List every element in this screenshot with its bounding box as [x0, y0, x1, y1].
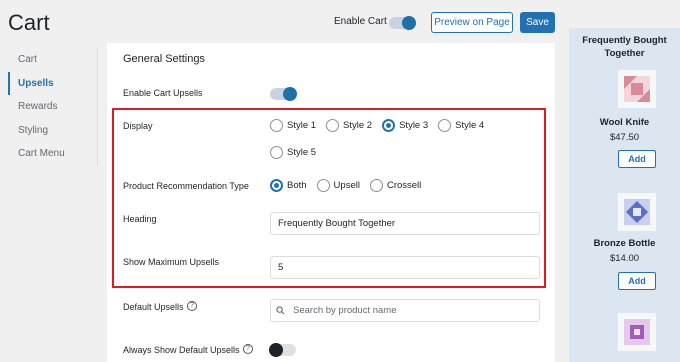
display-style-4-radio[interactable]: Style 4 — [438, 119, 484, 132]
search-input[interactable]: Search by product name — [270, 299, 540, 322]
heading-input[interactable]: Frequently Bought Together — [270, 212, 540, 235]
preview-title: Frequently Bought Together — [582, 35, 667, 59]
help-icon[interactable]: ? — [187, 301, 197, 311]
toggle-knob — [269, 343, 283, 357]
display-style-3-radio[interactable]: Style 3 — [382, 119, 428, 132]
sidebar-item-upsells[interactable]: Upsells — [8, 71, 97, 95]
sidebar-item-cart-menu[interactable]: Cart Menu — [8, 142, 97, 166]
toggle-knob — [402, 16, 416, 30]
save-button[interactable]: Save — [520, 12, 555, 33]
recommendation-type-label: Product Recommendation Type — [123, 181, 249, 191]
help-icon[interactable]: ? — [243, 344, 253, 354]
section-title: General Settings — [123, 53, 205, 65]
recommendation-crossell-radio[interactable]: Crossell — [369, 179, 421, 192]
product-pattern-icon — [624, 76, 650, 102]
add-product-button[interactable]: Add — [618, 272, 656, 290]
product-name: Wool Knife — [599, 117, 650, 128]
recommendation-upsell-radio[interactable]: Upsell — [316, 179, 360, 192]
product-image — [618, 70, 656, 108]
enable-cart-toggle[interactable] — [389, 16, 416, 30]
preview-on-page-button[interactable]: Preview on Page — [431, 12, 513, 33]
sidebar-item-cart[interactable]: Cart — [8, 48, 97, 72]
product-pattern-icon — [624, 319, 650, 345]
recommendation-radio-group: Both Upsell Crossell — [270, 179, 431, 192]
display-style-5-radio[interactable]: Style 5 — [270, 146, 316, 159]
page-title: Cart — [8, 10, 50, 35]
always-show-toggle[interactable] — [269, 343, 296, 357]
display-label: Display — [123, 121, 153, 131]
sidebar-nav: Cart Upsells Rewards Styling Cart Menu — [8, 48, 98, 166]
display-style-2-radio[interactable]: Style 2 — [326, 119, 372, 132]
enable-upsells-toggle[interactable] — [270, 87, 297, 101]
display-radio-group: Style 1 Style 2 Style 3 Style 4 — [270, 119, 494, 132]
recommendation-both-radio[interactable]: Both — [270, 179, 307, 192]
enable-cart-label: Enable Cart — [334, 16, 387, 27]
max-upsells-input[interactable]: 5 — [270, 256, 540, 279]
product-name: Bronze Bottle — [593, 238, 656, 249]
default-upsells-label: Default Upsells — [123, 302, 184, 312]
product-price: $47.50 — [609, 132, 640, 143]
sidebar-item-styling[interactable]: Styling — [8, 119, 97, 143]
max-upsells-label: Show Maximum Upsells — [123, 257, 220, 267]
product-pattern-icon — [624, 199, 650, 225]
always-show-label: Always Show Default Upsells — [123, 345, 240, 355]
product-image — [618, 193, 656, 231]
display-style-1-radio[interactable]: Style 1 — [270, 119, 316, 132]
add-product-button[interactable]: Add — [618, 150, 656, 168]
heading-label: Heading — [123, 214, 157, 224]
enable-upsells-label: Enable Cart Upsells — [123, 88, 203, 98]
product-price: $14.00 — [609, 253, 640, 264]
search-icon — [276, 306, 285, 315]
toggle-knob — [283, 87, 297, 101]
sidebar-item-rewards[interactable]: Rewards — [8, 95, 97, 119]
display-radio-group-row2: Style 5 — [270, 146, 326, 159]
product-image — [618, 313, 656, 351]
